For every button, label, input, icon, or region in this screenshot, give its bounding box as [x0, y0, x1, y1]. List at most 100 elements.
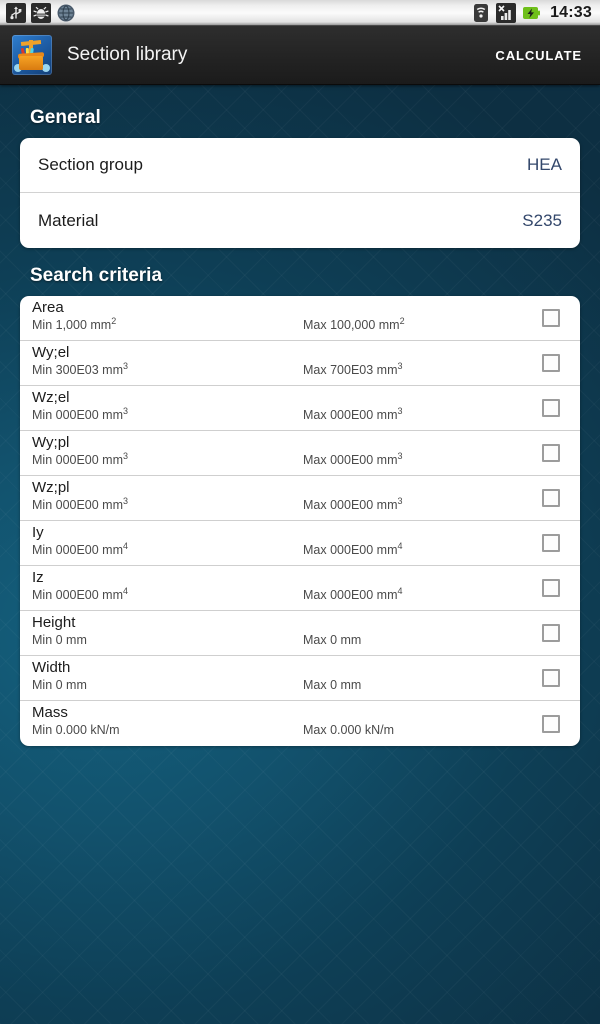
criteria-row[interactable]: Area Min 1,000 mm2 Max 100,000 mm2 — [20, 296, 580, 341]
criteria-row[interactable]: Width Min 0 mm Max 0 mm — [20, 656, 580, 701]
content-area: General Section group HEA Material S235 … — [0, 85, 600, 746]
criteria-min-value-text: Min 000E00 mm — [32, 588, 124, 602]
criteria-max-value-text: Max 000E00 mm — [303, 408, 398, 422]
criteria-max-value: Max 000E00 mm3 — [303, 496, 403, 512]
criteria-row[interactable]: Wz;pl Min 000E00 mm3 Max 000E00 mm3 — [20, 476, 580, 521]
criteria-max-value-exponent: 3 — [397, 405, 403, 416]
criteria-name: Height — [32, 614, 76, 631]
criteria-max-value: Max 100,000 mm2 — [303, 315, 405, 332]
criteria-max-value: Max 0 mm — [303, 678, 361, 692]
criteria-max-value: Max 000E00 mm4 — [303, 586, 403, 602]
general-row-section-group[interactable]: Section group HEA — [20, 138, 580, 193]
page-title: Section library — [67, 44, 188, 65]
search-criteria-heading: Search criteria — [30, 265, 163, 286]
action-bar: Section library CALCULATE — [0, 26, 600, 85]
criteria-max-value-text: Max 100,000 mm — [303, 318, 400, 332]
criteria-min-value: Min 000E00 mm4 — [32, 585, 129, 602]
criteria-texts: Mass Min 0.000 kN/m Max 0.000 kN/m — [32, 701, 536, 746]
criteria-row[interactable]: Iz Min 000E00 mm4 Max 000E00 mm4 — [20, 566, 580, 611]
general-card: Section group HEA Material S235 — [20, 138, 580, 248]
criteria-checkbox[interactable] — [542, 354, 560, 372]
usb-icon — [6, 2, 26, 23]
criteria-checkbox[interactable] — [542, 444, 560, 462]
criteria-min-value-exponent: 4 — [123, 585, 129, 596]
section-group-label: Section group — [38, 155, 143, 174]
criteria-max-value: Max 0.000 kN/m — [303, 723, 394, 737]
criteria-texts: Wy;pl Min 000E00 mm3 Max 000E00 mm3 — [32, 431, 536, 475]
criteria-row[interactable]: Wz;el Min 000E00 mm3 Max 000E00 mm3 — [20, 386, 580, 431]
wifi-icon — [474, 3, 489, 22]
criteria-min-value: Min 1,000 mm2 — [32, 315, 117, 332]
criteria-min-value-exponent: 3 — [123, 405, 129, 416]
criteria-min-value-text: Min 0 mm — [32, 678, 87, 692]
browser-globe-icon — [57, 4, 75, 21]
criteria-min-value-text: Min 0.000 kN/m — [32, 723, 120, 737]
general-row-material[interactable]: Material S235 — [20, 193, 580, 248]
criteria-checkbox[interactable] — [542, 714, 560, 733]
criteria-checkbox[interactable] — [542, 669, 560, 687]
criteria-row[interactable]: Mass Min 0.000 kN/m Max 0.000 kN/m — [20, 701, 580, 746]
status-bar-left-icons — [6, 2, 76, 23]
material-value: S235 — [522, 210, 562, 230]
status-bar-right-icons: 14:33 — [471, 2, 594, 23]
criteria-checkbox[interactable] — [542, 579, 560, 597]
criteria-max-value-text: Max 000E00 mm — [303, 498, 398, 512]
criteria-min-value-exponent: 2 — [111, 315, 117, 326]
criteria-name: Wz;el — [32, 389, 70, 406]
general-section-heading: General — [30, 107, 101, 128]
criteria-min-value-text: Min 000E00 mm — [32, 543, 124, 557]
criteria-min-value-text: Min 000E00 mm — [32, 498, 124, 512]
criteria-name: Wy;pl — [32, 434, 70, 451]
criteria-max-value: Max 000E00 mm4 — [303, 540, 403, 557]
criteria-max-value: Max 0 mm — [303, 633, 361, 647]
battery-charging-icon — [523, 6, 541, 19]
criteria-name: Mass — [32, 704, 68, 721]
criteria-min-value: Min 300E03 mm3 — [32, 360, 129, 377]
android-debug-icon — [31, 2, 51, 23]
criteria-name: Iy — [32, 524, 44, 541]
criteria-checkbox[interactable] — [542, 534, 560, 552]
criteria-row[interactable]: Iy Min 000E00 mm 4 Max 000E00 mm4 — [20, 521, 580, 566]
criteria-max-value-exponent: 4 — [397, 540, 403, 551]
criteria-checkbox[interactable] — [542, 309, 560, 327]
criteria-name: Wy;el — [32, 344, 70, 361]
app-logo-icon[interactable] — [12, 35, 52, 75]
signal-no-sim-icon — [496, 2, 517, 23]
criteria-max-value: Max 000E00 mm3 — [303, 450, 403, 467]
criteria-name: Area — [32, 299, 64, 316]
criteria-max-value-text: Max 0 mm — [303, 633, 362, 647]
criteria-texts: Area Min 1,000 mm2 Max 100,000 mm2 — [32, 296, 536, 340]
criteria-checkbox[interactable] — [542, 624, 560, 642]
criteria-row[interactable]: Wy;el Min 300E03 mm3 Max 700E03 mm3 — [20, 341, 580, 386]
criteria-min-value-exponent: 3 — [123, 450, 129, 461]
status-bar-clock: 14:33 — [550, 3, 592, 21]
criteria-max-value-exponent: 2 — [399, 315, 405, 326]
criteria-texts: Width Min 0 mm Max 0 mm — [32, 656, 536, 700]
criteria-texts: Iz Min 000E00 mm4 Max 000E00 mm4 — [32, 566, 536, 610]
criteria-max-value-text: Max 0 mm — [303, 678, 362, 692]
criteria-texts: Height Min 0 mm Max 0 mm — [32, 611, 536, 655]
calculate-button[interactable]: CALCULATE — [481, 40, 586, 71]
criteria-min-value-exponent: 3 — [123, 360, 129, 371]
criteria-min-value-text: Min 000E00 mm — [32, 453, 124, 467]
criteria-max-value-exponent: 3 — [397, 450, 403, 461]
status-bar: 14:33 — [0, 0, 600, 26]
criteria-checkbox[interactable] — [542, 399, 560, 417]
criteria-min-value-text: Min 300E03 mm — [32, 363, 124, 377]
criteria-checkbox[interactable] — [542, 489, 560, 507]
criteria-row[interactable]: Height Min 0 mm Max 0 mm — [20, 611, 580, 656]
criteria-min-value: Min 000E00 mm3 — [32, 405, 129, 422]
criteria-texts: Wz;pl Min 000E00 mm3 Max 000E00 mm3 — [32, 476, 536, 520]
criteria-texts: Wy;el Min 300E03 mm3 Max 700E03 mm3 — [32, 341, 536, 385]
section-group-value: HEA — [527, 155, 562, 174]
criteria-texts: Wz;el Min 000E00 mm3 Max 000E00 mm3 — [32, 386, 536, 430]
criteria-min-value: Min 000E00 mm3 — [32, 450, 129, 467]
criteria-name: Iz — [32, 569, 44, 586]
criteria-row[interactable]: Wy;pl Min 000E00 mm3 Max 000E00 mm3 — [20, 431, 580, 476]
criteria-min-value-exponent: 3 — [123, 495, 129, 506]
criteria-min-value-text: Min 000E00 mm — [32, 408, 124, 422]
criteria-name: Width — [32, 659, 71, 676]
material-label: Material — [38, 210, 99, 230]
criteria-min-value: Min 0 mm — [32, 678, 87, 692]
criteria-max-value-text: Max 000E00 mm — [303, 543, 398, 557]
